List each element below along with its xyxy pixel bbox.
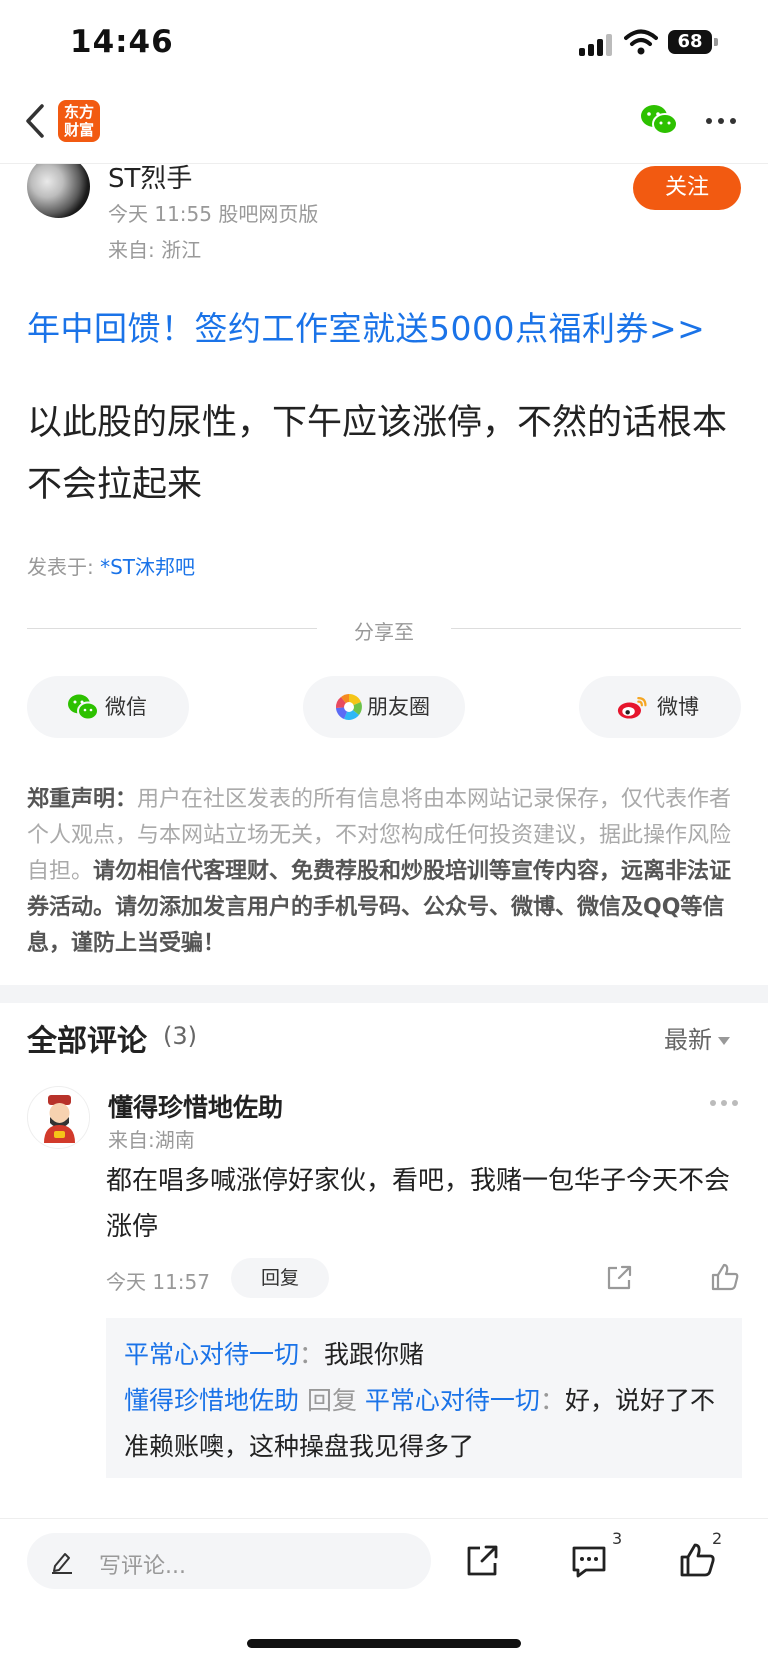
disclaimer-warning: 请勿相信代客理财、免费荐股和炒股培训等宣传内容，远离非法证券活动。请勿添加发言用… <box>27 859 732 956</box>
logo-line2: 财富 <box>63 121 94 139</box>
like-icon[interactable] <box>678 1541 716 1579</box>
reply-separator: ： <box>299 1340 325 1369</box>
share-moments-button[interactable]: 朋友圈 <box>303 676 465 738</box>
wechat-icon <box>68 694 99 721</box>
caret-down-icon <box>718 1037 730 1045</box>
post-time-source: 今天 11:55 股吧网页版 <box>108 202 319 226</box>
commenter-name[interactable]: 懂得珍惜地佐助 <box>108 1088 283 1124</box>
comment-time: 今天 11:57 <box>106 1270 210 1294</box>
commenter-location: 来自:湖南 <box>108 1128 195 1152</box>
reply-item[interactable]: 懂得珍惜地佐助 回复 平常心对待一切：好，说好了不准赖账噢，这种操盘我见得多了 <box>124 1378 724 1470</box>
comment-icon[interactable] <box>570 1543 608 1579</box>
fortune-god-avatar-icon <box>28 1087 89 1148</box>
bottom-action-bar: 写评论... 3 2 <box>0 1518 768 1662</box>
reply-text: 我跟你赌 <box>324 1340 425 1369</box>
share-moments-label: 朋友圈 <box>367 695 430 719</box>
like-count-badge: 2 <box>712 1529 723 1548</box>
comment-text: 都在唱多喊涨停好家伙，看吧，我赌一包华子今天不会涨停 <box>106 1166 731 1242</box>
comment-count-badge: 3 <box>612 1529 623 1548</box>
commenter-avatar[interactable] <box>27 1086 90 1149</box>
reply-separator: ： <box>539 1386 565 1415</box>
comments-count: (3) <box>163 1022 197 1050</box>
eastmoney-logo[interactable]: 东方 财富 <box>58 100 100 142</box>
share-weibo-label: 微博 <box>657 695 699 719</box>
logo-line1: 东方 <box>63 103 94 121</box>
divider-line-right <box>451 628 741 629</box>
reply-user[interactable]: 懂得珍惜地佐助 <box>124 1386 299 1415</box>
follow-button[interactable]: 关注 <box>633 166 741 210</box>
back-arrow-icon[interactable] <box>20 100 50 142</box>
weibo-icon <box>617 697 647 719</box>
reply-thread: 平常心对待一切：我跟你赌 懂得珍惜地佐助 回复 平常心对待一切：好，说好了不准赖… <box>106 1318 742 1478</box>
reply-target-user[interactable]: 平常心对待一切 <box>365 1386 540 1415</box>
share-wechat-label: 微信 <box>105 695 147 719</box>
write-comment-input[interactable]: 写评论... <box>27 1533 431 1589</box>
posted-in-label: 发表于: <box>27 555 101 579</box>
sort-label: 最新 <box>664 1026 712 1054</box>
author-location: 来自: 浙江 <box>108 238 202 262</box>
share-weibo-button[interactable]: 微博 <box>579 676 741 738</box>
comment-reply-button[interactable]: 回复 <box>231 1258 329 1298</box>
disclaimer: 郑重声明：用户在社区发表的所有信息将由本网站记录保存，仅代表作者个人观点，与本网… <box>27 782 741 962</box>
status-time: 14:46 <box>70 24 174 60</box>
comments-title: 全部评论 <box>27 1024 147 1059</box>
share-title: 分享至 <box>354 620 414 644</box>
forum-link[interactable]: *ST沐邦吧 <box>100 555 195 579</box>
status-bar: 14:46 68 <box>0 0 768 86</box>
post-body: 以此股的尿性，下午应该涨停，不然的话根本不会拉起来 <box>27 403 728 505</box>
disclaimer-label: 郑重声明： <box>27 787 138 812</box>
comment-more-icon[interactable] <box>710 1100 740 1108</box>
battery-tip <box>714 38 718 46</box>
author-avatar[interactable] <box>27 155 90 218</box>
share-divider: 分享至 <box>27 616 741 644</box>
reply-item[interactable]: 平常心对待一切：我跟你赌 <box>124 1332 724 1378</box>
battery-indicator: 68 <box>668 30 712 54</box>
comment-placeholder: 写评论... <box>99 1554 186 1579</box>
share-wechat-button[interactable]: 微信 <box>27 676 189 738</box>
comment-like-icon[interactable] <box>710 1262 740 1292</box>
wechat-share-icon[interactable] <box>640 104 678 136</box>
home-indicator <box>247 1639 521 1648</box>
sort-dropdown[interactable]: 最新 <box>664 1020 730 1055</box>
section-separator <box>0 985 768 1003</box>
comment-share-icon[interactable] <box>605 1264 633 1292</box>
pen-icon <box>52 1553 72 1574</box>
reply-user[interactable]: 平常心对待一切 <box>124 1340 299 1369</box>
top-nav-bar: 东方 财富 <box>0 86 768 164</box>
share-icon[interactable] <box>464 1543 500 1579</box>
cellular-signal-icon <box>579 34 613 56</box>
reply-connector: 回复 <box>299 1386 365 1415</box>
more-options-icon[interactable] <box>706 118 736 126</box>
promo-link[interactable]: 年中回馈！签约工作室就送5000点福利券>> <box>27 302 705 350</box>
moments-icon <box>335 694 362 720</box>
wifi-icon <box>624 29 658 55</box>
posted-in: 发表于: *ST沐邦吧 <box>27 551 195 580</box>
